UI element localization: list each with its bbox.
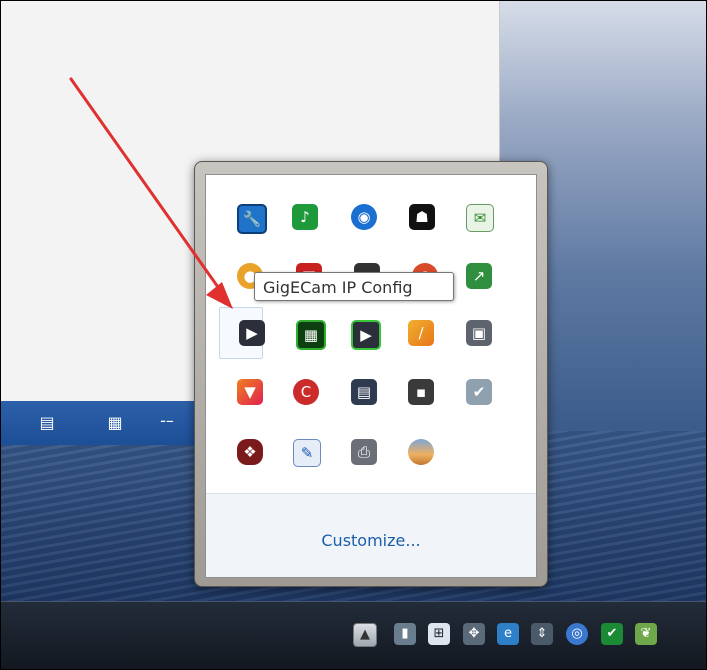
list-view-icon[interactable]: ▤ [37, 413, 57, 433]
drive-icon[interactable]: ▣ [466, 320, 492, 346]
battery-check-icon[interactable]: ▮ [394, 623, 416, 645]
sync-icon[interactable]: e [497, 623, 519, 645]
document-settings-icon[interactable]: ▦ [105, 413, 125, 433]
green-chart-icon[interactable]: ↗ [466, 263, 492, 289]
notepad-icon[interactable]: ✎ [293, 439, 321, 467]
camera-config-icon[interactable]: ▶ [239, 320, 265, 346]
tooltip: GigECam IP Config [254, 272, 454, 301]
wrench-icon[interactable]: 🔧 [237, 204, 267, 234]
notification-overflow-panel: Customize... [205, 174, 537, 578]
figures-icon[interactable]: ❖ [237, 439, 263, 465]
ccleaner-icon[interactable]: C [293, 379, 319, 405]
customize-link[interactable]: Customize... [206, 531, 536, 550]
shield-icon[interactable]: ✔ [601, 623, 623, 645]
printer-error-icon[interactable]: ⎙ [351, 439, 377, 465]
green-camera-icon[interactable]: ▶ [351, 320, 381, 350]
orange-stroke-icon[interactable]: ∕ [408, 320, 434, 346]
compass-icon[interactable]: ◎ [566, 623, 588, 645]
funnel-icon[interactable]: ▼ [237, 379, 263, 405]
zoom-minus-icon[interactable]: -– [157, 411, 177, 431]
mail-download-icon[interactable]: ✉ [466, 204, 494, 232]
printer-monitor-icon[interactable]: ▤ [351, 379, 377, 405]
green-grid-icon[interactable]: ▦ [296, 320, 326, 350]
sunset-icon[interactable] [408, 439, 434, 465]
windows-icon[interactable]: ⊞ [428, 623, 450, 645]
dropbox-icon[interactable]: ✥ [463, 623, 485, 645]
screenshot-frame: ▤ ▦ -– ▲ ▮ ⊞ ✥ e ⇕ ◎ ✔ ❦ Customize... 🔧 … [0, 0, 707, 670]
dark-app-icon[interactable]: ▪ [408, 379, 434, 405]
black-cat-icon[interactable]: ☗ [409, 204, 435, 230]
disk-check-icon[interactable]: ✔ [466, 379, 492, 405]
globe-icon[interactable]: ◉ [351, 204, 377, 230]
show-hidden-icons-button[interactable]: ▲ [353, 623, 377, 647]
green-app-icon[interactable]: ♪ [292, 204, 318, 230]
leaf-icon[interactable]: ❦ [635, 623, 657, 645]
arrows-icon[interactable]: ⇕ [531, 623, 553, 645]
